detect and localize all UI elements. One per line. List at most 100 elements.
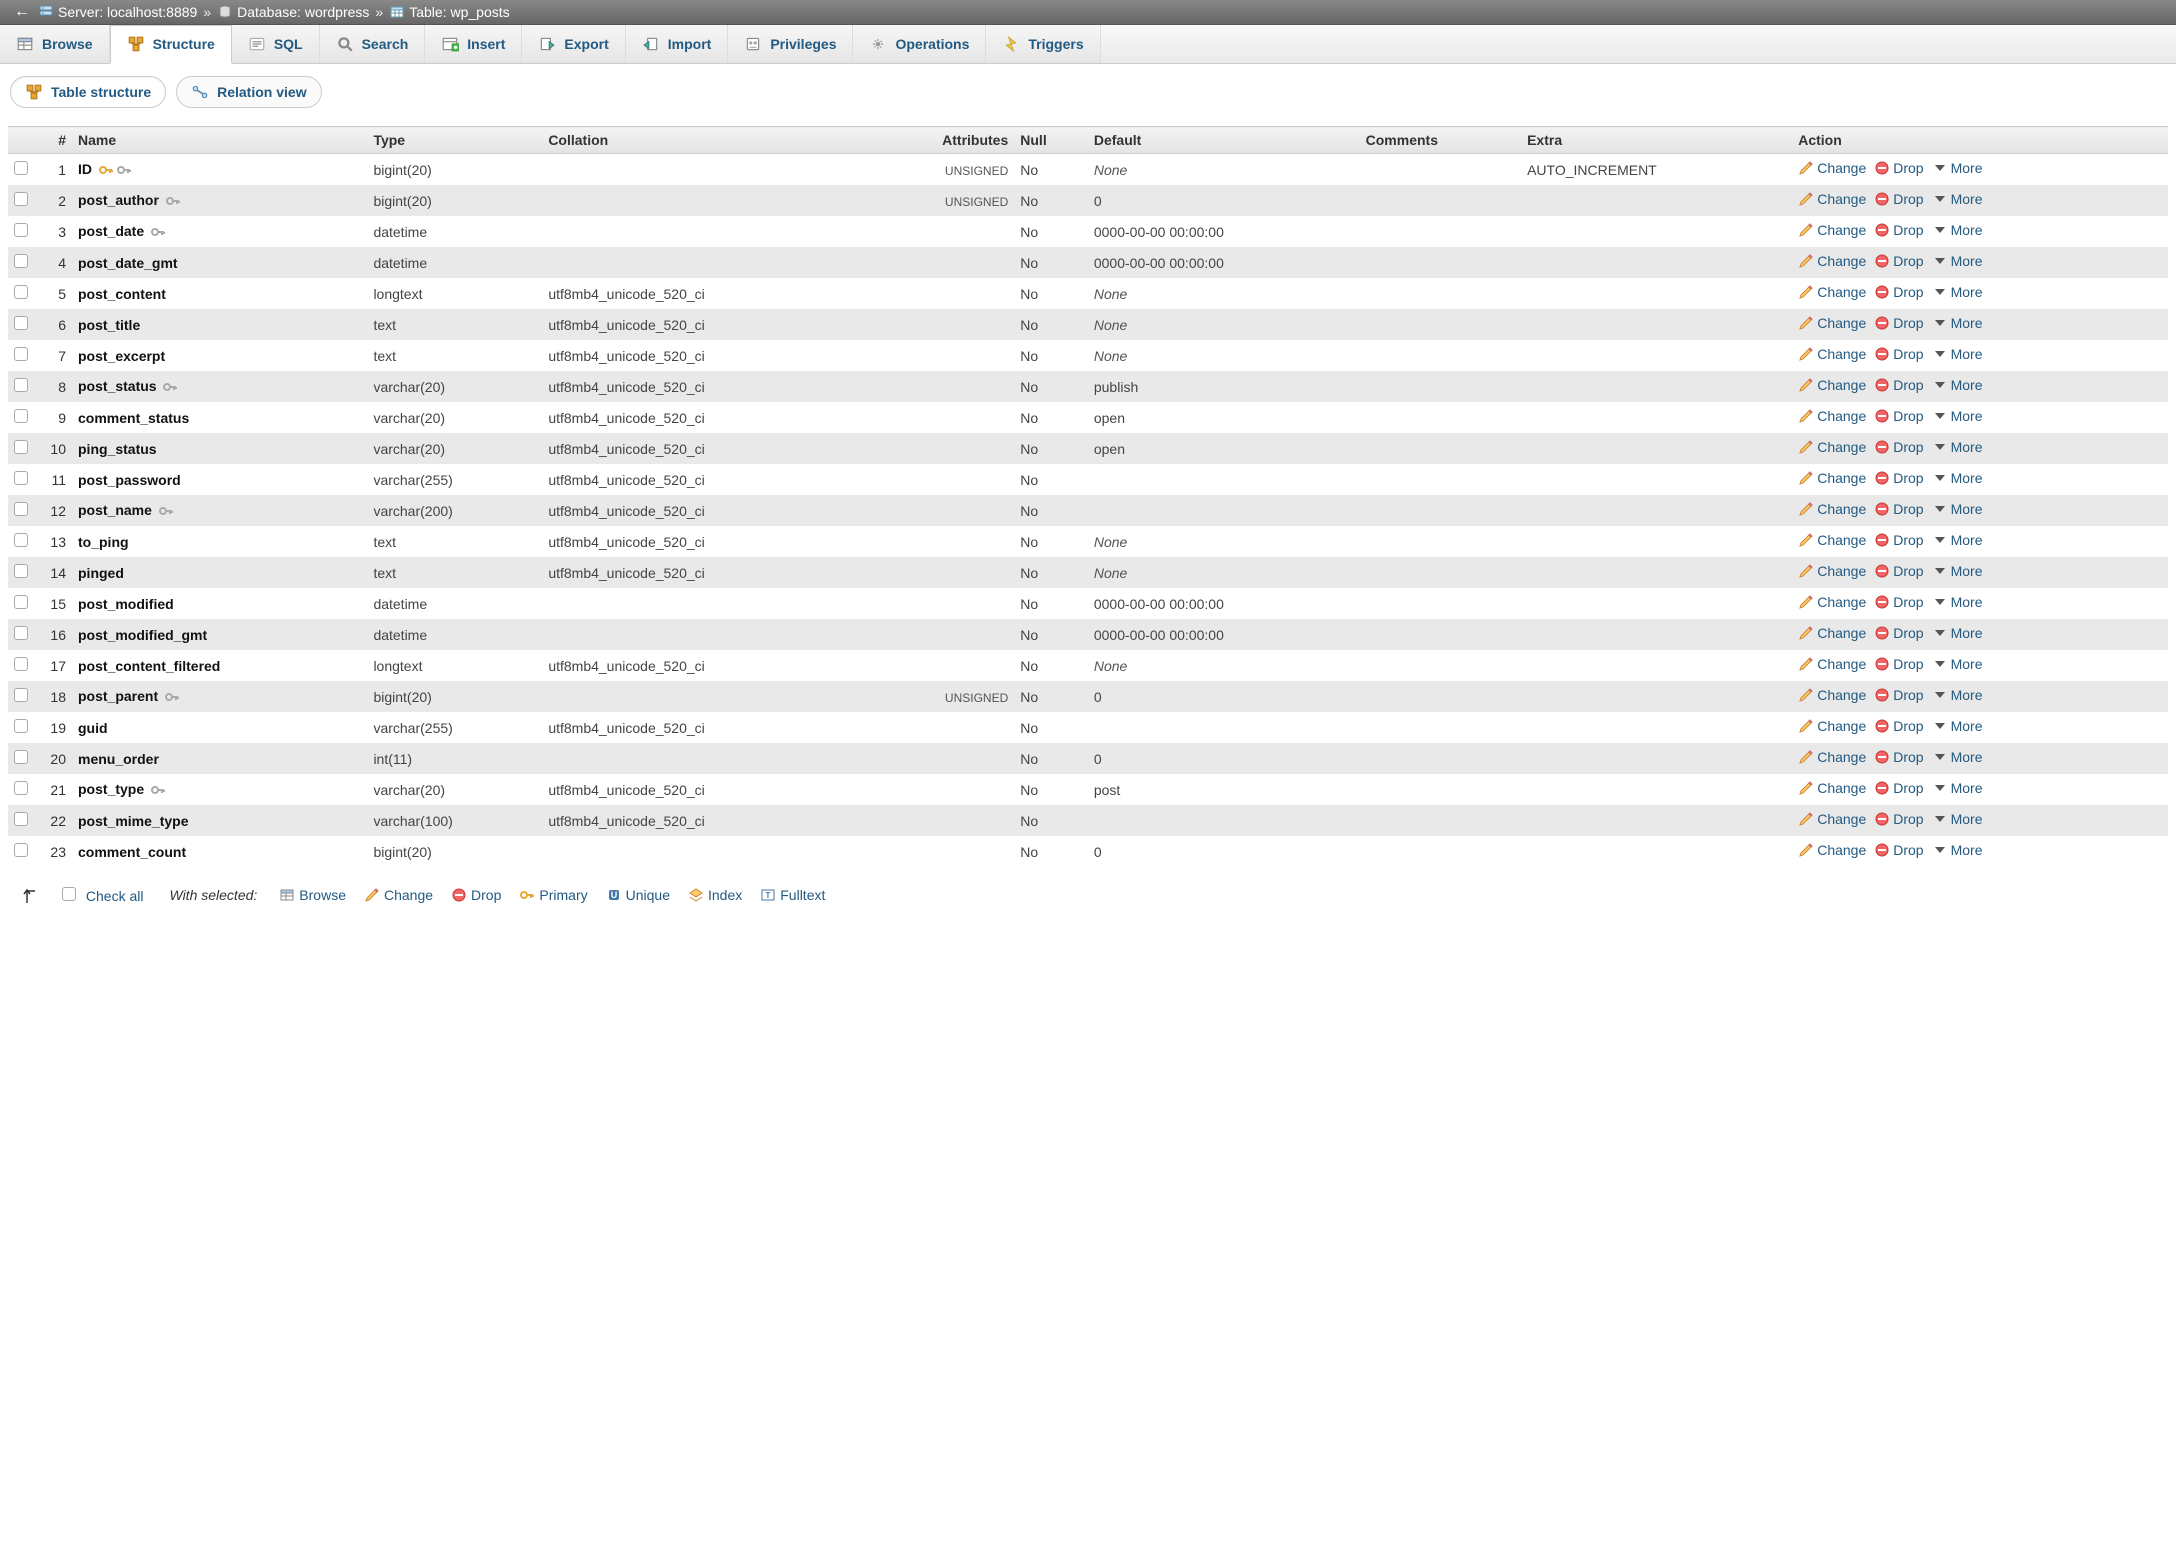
tab-export[interactable]: Export [522,25,625,63]
action-drop[interactable]: Drop [1874,253,1923,269]
action-more[interactable]: More [1932,315,1983,331]
action-drop[interactable]: Drop [1874,191,1923,207]
action-change[interactable]: Change [1798,346,1866,362]
breadcrumb-database[interactable]: Database: wordpress [217,4,369,20]
tab-operations[interactable]: Operations [853,25,986,63]
action-change[interactable]: Change [1798,656,1866,672]
action-drop[interactable]: Drop [1874,811,1923,827]
action-drop[interactable]: Drop [1874,315,1923,331]
back-arrow-icon[interactable]: ← [6,3,38,21]
action-change[interactable]: Change [1798,284,1866,300]
row-checkbox[interactable] [14,378,28,392]
row-checkbox[interactable] [14,316,28,330]
action-change[interactable]: Change [1798,253,1866,269]
row-checkbox[interactable] [14,595,28,609]
tab-sql[interactable]: SQL [232,25,320,63]
check-all-checkbox[interactable] [62,887,76,901]
action-drop[interactable]: Drop [1874,749,1923,765]
footer-fulltext[interactable]: Fulltext [760,887,825,903]
action-drop[interactable]: Drop [1874,284,1923,300]
row-checkbox[interactable] [14,285,28,299]
subtab-table-structure[interactable]: Table structure [10,76,166,108]
footer-index[interactable]: Index [688,887,742,903]
action-change[interactable]: Change [1798,563,1866,579]
tab-structure[interactable]: Structure [110,25,232,64]
action-drop[interactable]: Drop [1874,594,1923,610]
row-checkbox[interactable] [14,223,28,237]
action-change[interactable]: Change [1798,811,1866,827]
action-drop[interactable]: Drop [1874,222,1923,238]
row-checkbox[interactable] [14,254,28,268]
action-change[interactable]: Change [1798,377,1866,393]
action-more[interactable]: More [1932,284,1983,300]
row-checkbox[interactable] [14,192,28,206]
action-drop[interactable]: Drop [1874,501,1923,517]
action-more[interactable]: More [1932,625,1983,641]
action-more[interactable]: More [1932,687,1983,703]
tab-import[interactable]: Import [626,25,729,63]
tab-privileges[interactable]: Privileges [728,25,853,63]
action-more[interactable]: More [1932,842,1983,858]
row-checkbox[interactable] [14,409,28,423]
action-drop[interactable]: Drop [1874,687,1923,703]
action-change[interactable]: Change [1798,594,1866,610]
action-more[interactable]: More [1932,811,1983,827]
action-drop[interactable]: Drop [1874,842,1923,858]
action-drop[interactable]: Drop [1874,377,1923,393]
breadcrumb-server[interactable]: Server: localhost:8889 [38,4,197,20]
row-checkbox[interactable] [14,843,28,857]
footer-change[interactable]: Change [364,887,433,903]
action-more[interactable]: More [1932,191,1983,207]
check-all-label[interactable]: Check all [86,888,144,904]
action-more[interactable]: More [1932,718,1983,734]
row-checkbox[interactable] [14,719,28,733]
tab-insert[interactable]: Insert [425,25,522,63]
action-more[interactable]: More [1932,563,1983,579]
row-checkbox[interactable] [14,502,28,516]
action-more[interactable]: More [1932,470,1983,486]
footer-unique[interactable]: Unique [606,887,670,903]
row-checkbox[interactable] [14,471,28,485]
action-change[interactable]: Change [1798,191,1866,207]
footer-browse[interactable]: Browse [279,887,346,903]
row-checkbox[interactable] [14,440,28,454]
tab-browse[interactable]: Browse [0,25,110,63]
row-checkbox[interactable] [14,688,28,702]
action-more[interactable]: More [1932,501,1983,517]
action-change[interactable]: Change [1798,470,1866,486]
row-checkbox[interactable] [14,564,28,578]
action-more[interactable]: More [1932,439,1983,455]
action-change[interactable]: Change [1798,160,1866,176]
breadcrumb-table[interactable]: Table: wp_posts [389,4,509,20]
action-more[interactable]: More [1932,594,1983,610]
action-drop[interactable]: Drop [1874,346,1923,362]
action-change[interactable]: Change [1798,408,1866,424]
action-change[interactable]: Change [1798,780,1866,796]
action-more[interactable]: More [1932,160,1983,176]
action-change[interactable]: Change [1798,749,1866,765]
action-drop[interactable]: Drop [1874,160,1923,176]
footer-drop[interactable]: Drop [451,887,501,903]
row-checkbox[interactable] [14,750,28,764]
action-drop[interactable]: Drop [1874,439,1923,455]
action-drop[interactable]: Drop [1874,780,1923,796]
tab-triggers[interactable]: Triggers [986,25,1100,63]
action-change[interactable]: Change [1798,222,1866,238]
action-change[interactable]: Change [1798,439,1866,455]
action-drop[interactable]: Drop [1874,408,1923,424]
action-more[interactable]: More [1932,346,1983,362]
action-more[interactable]: More [1932,408,1983,424]
action-change[interactable]: Change [1798,315,1866,331]
action-change[interactable]: Change [1798,625,1866,641]
action-change[interactable]: Change [1798,532,1866,548]
action-more[interactable]: More [1932,253,1983,269]
tab-search[interactable]: Search [320,25,426,63]
action-more[interactable]: More [1932,749,1983,765]
row-checkbox[interactable] [14,626,28,640]
subtab-relation-view[interactable]: Relation view [176,76,321,108]
action-drop[interactable]: Drop [1874,656,1923,672]
row-checkbox[interactable] [14,812,28,826]
action-more[interactable]: More [1932,377,1983,393]
action-more[interactable]: More [1932,532,1983,548]
action-drop[interactable]: Drop [1874,470,1923,486]
